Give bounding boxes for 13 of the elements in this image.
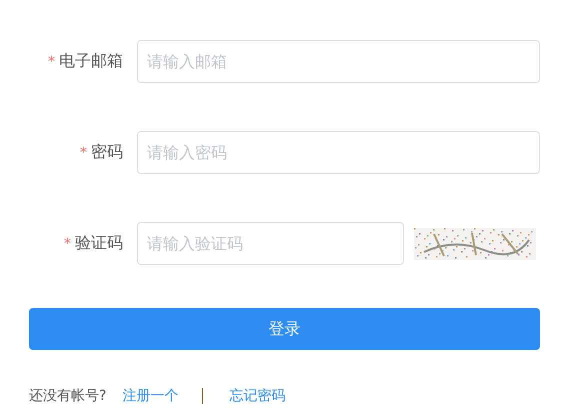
- field-label: 验证码: [75, 233, 123, 254]
- required-asterisk: *: [48, 54, 55, 70]
- signup-prompt: 还没有帐号?: [29, 387, 106, 405]
- forgot-password-link[interactable]: 忘记密码: [229, 387, 286, 405]
- field-label: 密码: [91, 142, 123, 163]
- required-asterisk: *: [64, 236, 71, 252]
- register-link[interactable]: 注册一个: [122, 387, 178, 405]
- input-field[interactable]: 请输入邮箱: [137, 40, 540, 83]
- required-asterisk: *: [80, 144, 87, 160]
- input-field[interactable]: 请输入验证码: [137, 222, 404, 265]
- field-label: 电子邮箱: [59, 51, 123, 72]
- login-button[interactable]: 登录: [29, 308, 540, 350]
- input-field[interactable]: 请输入密码: [137, 131, 540, 174]
